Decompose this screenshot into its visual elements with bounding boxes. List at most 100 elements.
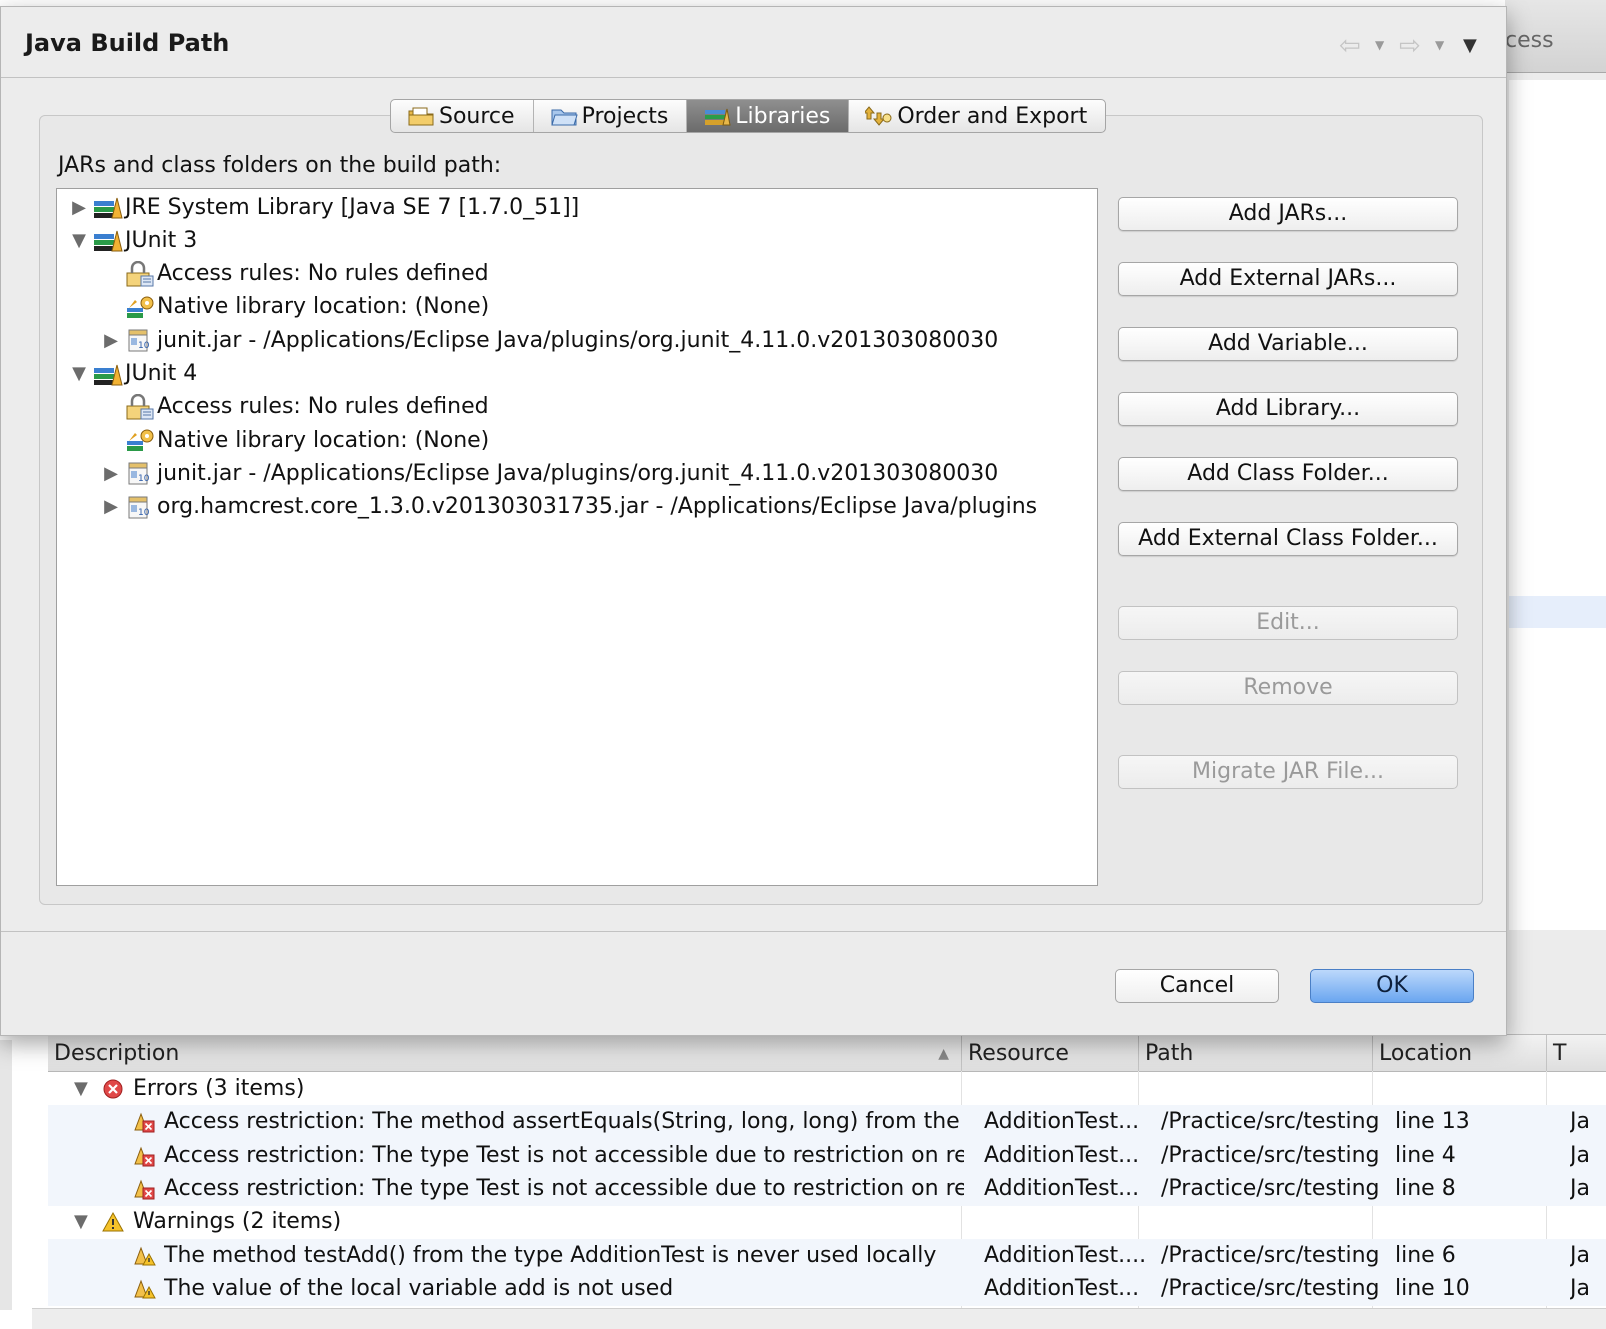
tree-node-label: Access rules: No rules defined xyxy=(157,394,489,420)
problem-resource: AdditionTest... xyxy=(984,1275,1140,1301)
problem-description: The value of the local variable add is n… xyxy=(164,1275,674,1301)
error-icon xyxy=(102,1077,124,1101)
problem-path: /Practice/src/testing xyxy=(1161,1242,1380,1268)
dialog-title: Java Build Path xyxy=(25,29,230,57)
sort-ascending-icon: ▲ xyxy=(938,1046,949,1062)
dialog-header: Java Build Path ⇦ ▼ ⇨ ▼ ▼ xyxy=(1,7,1506,78)
problem-description: Access restriction: The method assertEqu… xyxy=(164,1109,964,1135)
problem-type: Ja xyxy=(1570,1109,1590,1135)
problems-row[interactable]: Access restriction: The method assertEqu… xyxy=(48,1105,1606,1140)
cancel-button[interactable]: Cancel xyxy=(1115,969,1279,1003)
order-export-icon xyxy=(865,106,892,126)
tab-libraries-label: Libraries xyxy=(735,103,831,129)
warning-marker-icon xyxy=(132,1277,156,1301)
tree-node[interactable]: ▼ JUnit 4 xyxy=(69,358,197,390)
column-resource[interactable]: Resource xyxy=(961,1035,1136,1071)
expanded-triangle-icon[interactable]: ▼ xyxy=(74,1205,88,1239)
tree-node-label: org.hamcrest.core_1.3.0.v201303031735.ja… xyxy=(157,494,1038,520)
problem-path: /Practice/src/testing xyxy=(1161,1275,1380,1301)
error-marker-icon xyxy=(132,1177,156,1201)
problem-path: /Practice/src/testing xyxy=(1161,1142,1380,1168)
tree-node-label: junit.jar - /Applications/Eclipse Java/p… xyxy=(157,327,999,353)
library-icon xyxy=(93,194,123,220)
expanded-triangle-icon[interactable]: ▼ xyxy=(74,1072,88,1106)
problems-group-row[interactable]: ▼ Warnings (2 items) xyxy=(48,1205,1606,1239)
problem-description: Warnings (2 items) xyxy=(133,1209,342,1235)
tree-node-label: JUnit 4 xyxy=(125,361,198,386)
tree-node[interactable]: ▶ JRE System Library [Java SE 7 [1.7.0_51… xyxy=(69,191,579,223)
svg-text:10: 10 xyxy=(138,474,150,484)
source-folder-icon xyxy=(408,107,434,126)
collapsed-triangle-icon[interactable]: ▶ xyxy=(101,330,121,351)
tree-node[interactable]: ▼ JUnit 3 xyxy=(69,224,197,256)
background-highlight xyxy=(1509,596,1606,628)
forward-arrow-icon[interactable]: ⇨ xyxy=(1399,31,1421,61)
tree-node[interactable]: ▶Native library location: (None) xyxy=(101,424,489,456)
remove-button[interactable]: Remove xyxy=(1118,671,1458,705)
java-build-path-dialog: Java Build Path ⇦ ▼ ⇨ ▼ ▼ Source Project… xyxy=(0,6,1507,1036)
problem-description: Access restriction: The type Test is not… xyxy=(164,1142,964,1168)
add-jars-button[interactable]: Add JARs... xyxy=(1118,197,1458,231)
edit-button[interactable]: Edit... xyxy=(1118,606,1458,640)
problems-header: Description ▲ Resource Path Location T xyxy=(48,1035,1606,1072)
tree-node-label: JRE System Library [Java SE 7 [1.7.0_51]… xyxy=(125,194,580,220)
problem-location: line 4 xyxy=(1395,1142,1456,1168)
problems-group-row[interactable]: ▼ Errors (3 items) xyxy=(48,1072,1606,1106)
column-path[interactable]: Path xyxy=(1138,1035,1371,1071)
native-library-icon xyxy=(125,427,155,453)
column-location[interactable]: Location xyxy=(1372,1035,1545,1071)
footer-separator xyxy=(1,931,1506,932)
quick-access-text: cess xyxy=(1505,28,1554,53)
tree-node[interactable]: ▶ 10 org.hamcrest.core_1.3.0.v201303031735… xyxy=(101,491,1037,523)
tree-node[interactable]: ▶ 10 junit.jar - /Applications/Eclipse Jav… xyxy=(101,457,998,489)
problem-resource: AdditionTest... xyxy=(984,1175,1140,1201)
view-menu-icon[interactable]: ▼ xyxy=(1463,35,1477,56)
column-type[interactable]: T xyxy=(1546,1035,1603,1071)
library-icon xyxy=(93,227,123,253)
build-path-tree[interactable]: ▶ JRE System Library [Java SE 7 [1.7.0_51… xyxy=(56,188,1098,886)
tree-node[interactable]: ▶Native library location: (None) xyxy=(101,291,489,323)
problems-bottom-bar xyxy=(32,1308,1606,1329)
tab-libraries[interactable]: Libraries xyxy=(687,100,850,132)
expanded-triangle-icon[interactable]: ▼ xyxy=(69,230,89,251)
jar-icon: 10 xyxy=(125,327,155,353)
projects-folder-icon xyxy=(550,109,578,126)
problems-row[interactable]: Access restriction: The type Test is not… xyxy=(48,1171,1606,1206)
problems-row[interactable]: The method testAdd() from the type Addit… xyxy=(48,1238,1606,1273)
back-arrow-icon[interactable]: ⇦ xyxy=(1339,31,1361,61)
problem-description: The method testAdd() from the type Addit… xyxy=(164,1242,937,1268)
tree-node[interactable]: ▶Access rules: No rules defined xyxy=(101,391,489,423)
problem-description: Access restriction: The type Test is not… xyxy=(164,1175,964,1201)
problem-type: Ja xyxy=(1570,1175,1590,1201)
tab-projects[interactable]: Projects xyxy=(534,100,688,132)
tab-order-export[interactable]: Order and Export xyxy=(849,100,1105,132)
tree-node-label: junit.jar - /Applications/Eclipse Java/p… xyxy=(157,460,999,486)
native-library-icon xyxy=(125,294,155,320)
migrate-jar-button[interactable]: Migrate JAR File... xyxy=(1118,755,1458,789)
add-variable-button[interactable]: Add Variable... xyxy=(1118,327,1458,361)
add-external-jars-button[interactable]: Add External JARs... xyxy=(1118,262,1458,296)
library-icon xyxy=(93,361,123,387)
collapsed-triangle-icon[interactable]: ▶ xyxy=(101,496,121,517)
problem-resource: AdditionTest.... xyxy=(984,1242,1147,1268)
access-rules-icon xyxy=(125,260,155,287)
background-editor xyxy=(1509,80,1606,930)
problem-path: /Practice/src/testing xyxy=(1161,1109,1380,1135)
collapsed-triangle-icon[interactable]: ▶ xyxy=(69,197,89,218)
collapsed-triangle-icon[interactable]: ▶ xyxy=(101,463,121,484)
ok-button[interactable]: OK xyxy=(1310,969,1474,1003)
forward-dropdown-icon[interactable]: ▼ xyxy=(1435,38,1444,52)
tree-node[interactable]: ▶ 10 junit.jar - /Applications/Eclipse Jav… xyxy=(101,324,998,356)
problems-row[interactable]: The value of the local variable add is n… xyxy=(48,1271,1606,1306)
tree-node[interactable]: ▶Access rules: No rules defined xyxy=(101,258,489,290)
column-description[interactable]: Description ▲ xyxy=(48,1035,959,1071)
add-external-class-folder-button[interactable]: Add External Class Folder... xyxy=(1118,522,1458,556)
add-class-folder-button[interactable]: Add Class Folder... xyxy=(1118,457,1458,491)
problem-location: line 10 xyxy=(1395,1275,1470,1301)
problems-row[interactable]: Access restriction: The type Test is not… xyxy=(48,1138,1606,1173)
expanded-triangle-icon[interactable]: ▼ xyxy=(69,363,89,384)
tab-source[interactable]: Source xyxy=(391,100,534,132)
add-library-button[interactable]: Add Library... xyxy=(1118,392,1458,426)
column-description-label: Description xyxy=(54,1041,180,1066)
back-dropdown-icon[interactable]: ▼ xyxy=(1375,38,1384,52)
